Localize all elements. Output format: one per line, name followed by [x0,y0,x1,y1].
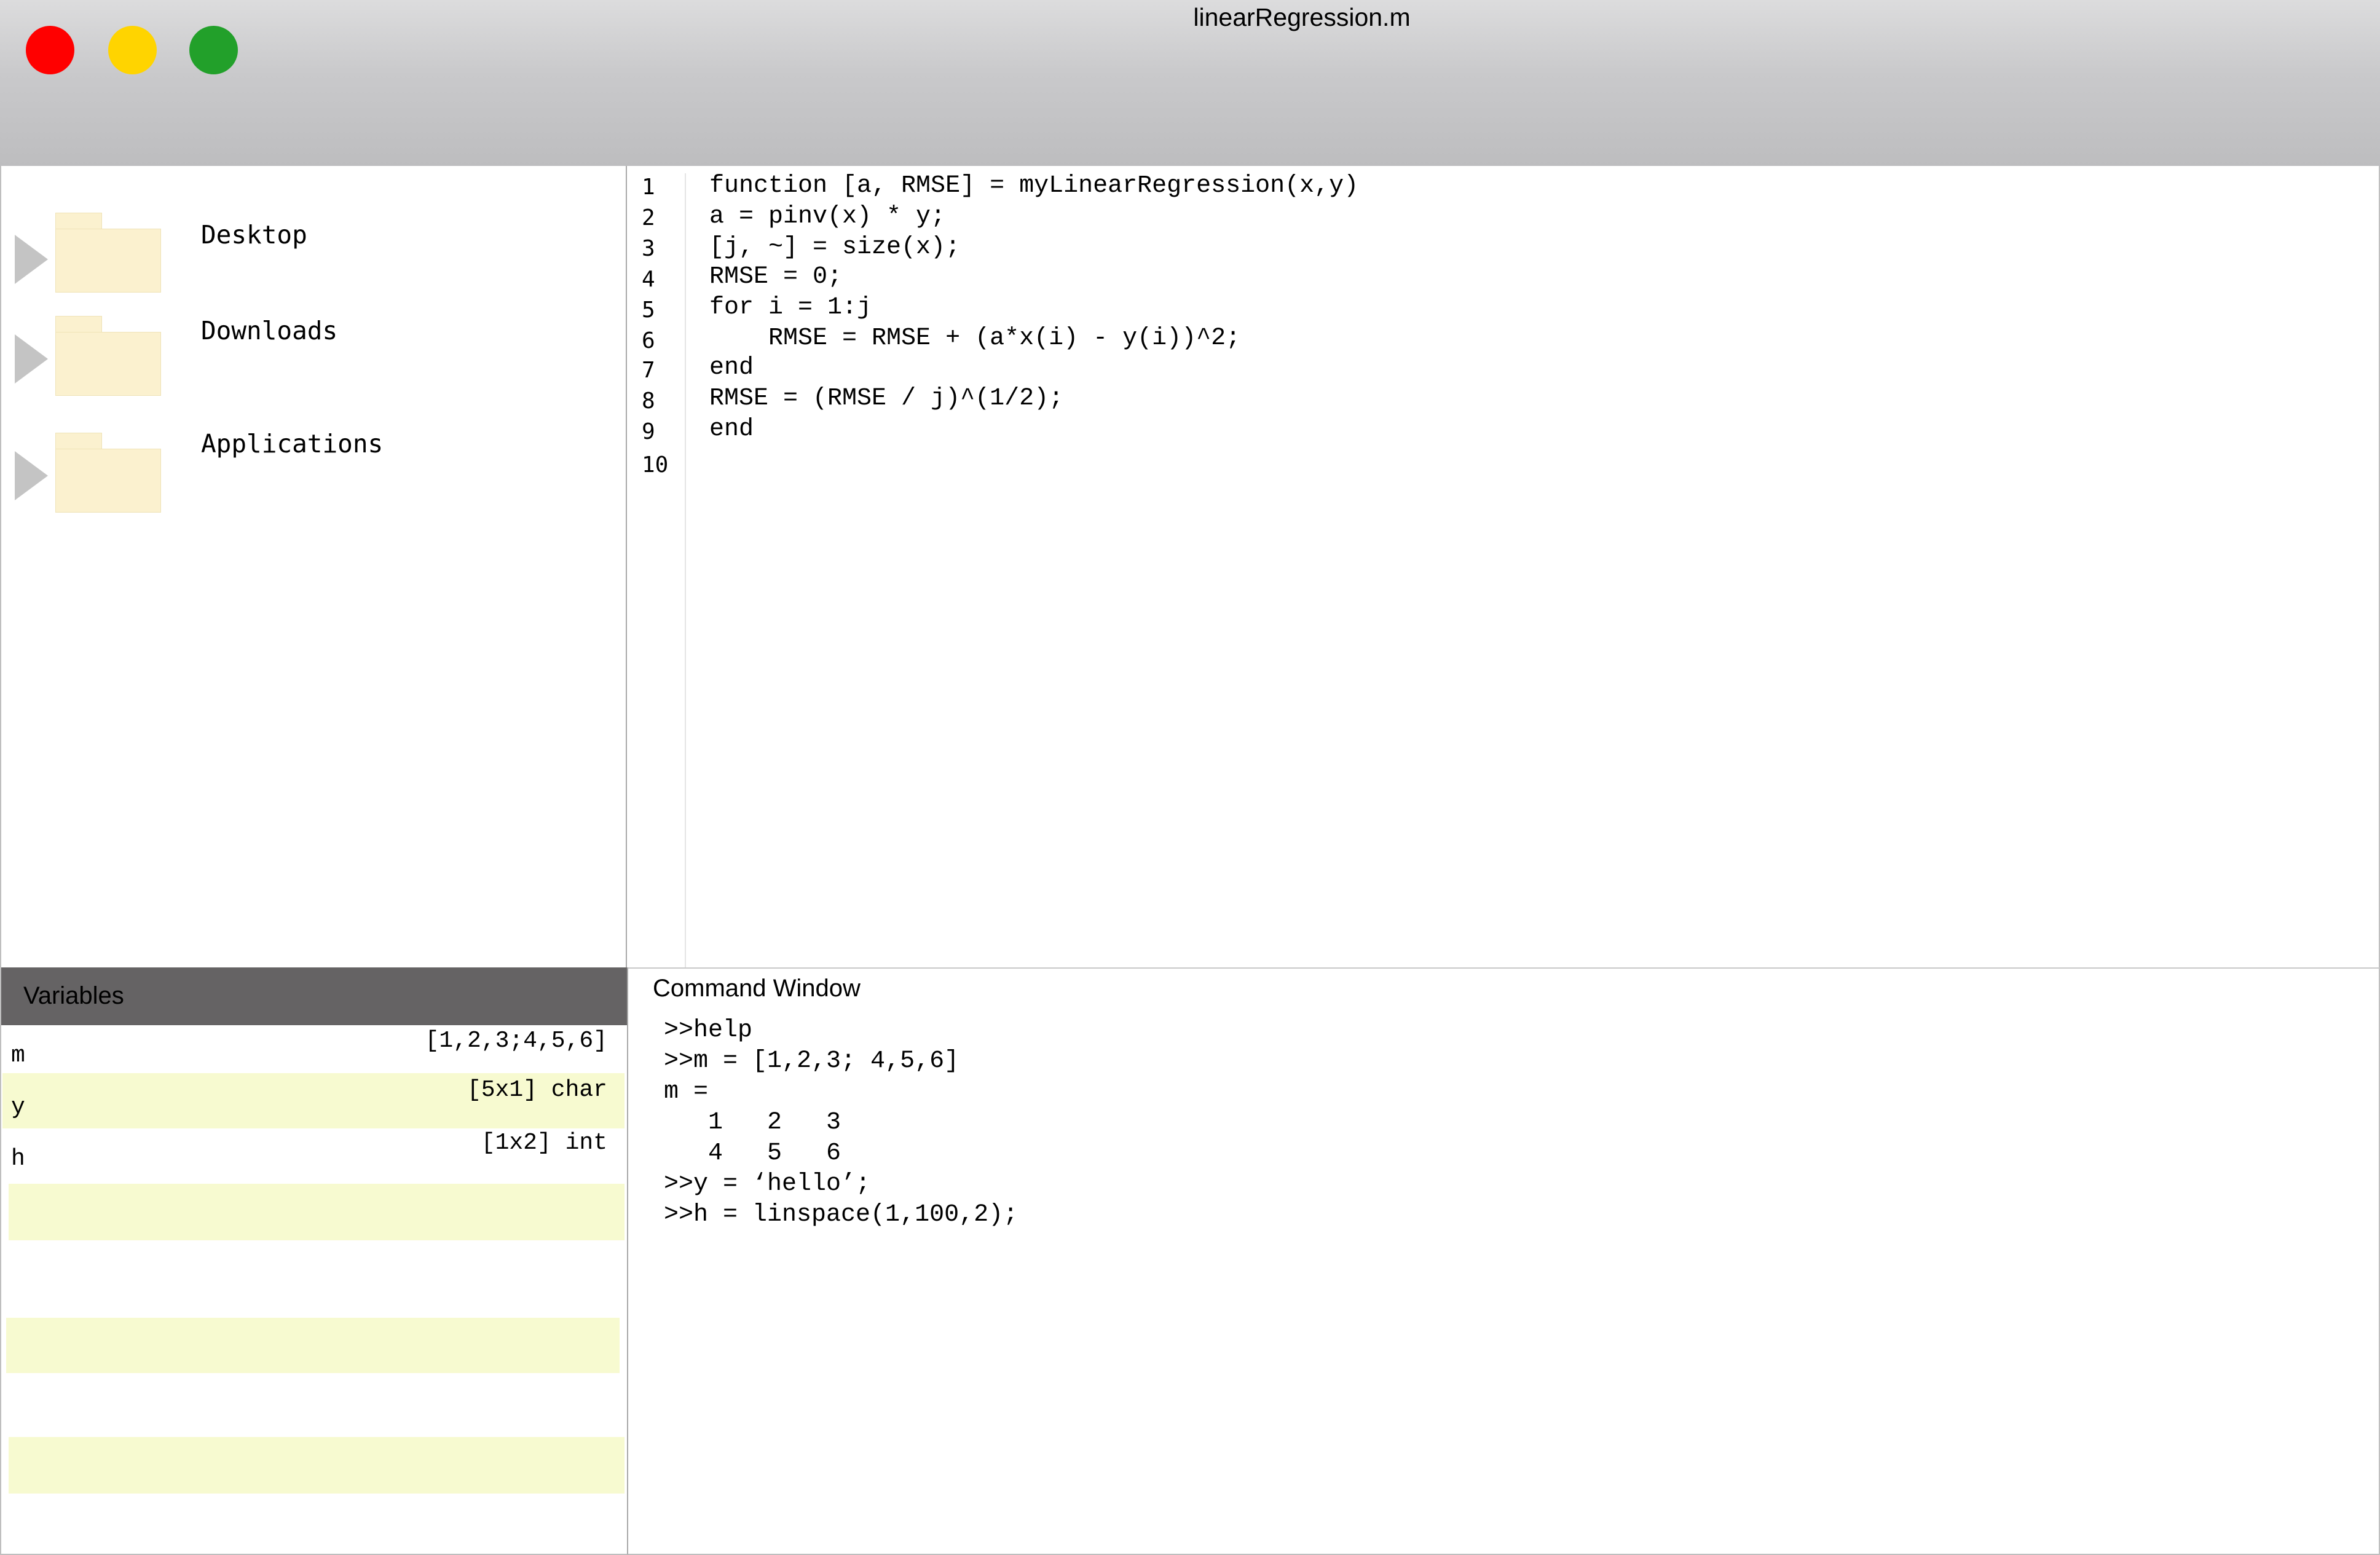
variables-panel: Variables [1,2,3;4,5,6] m [5x1] char y [… [0,967,628,1555]
line-number: 10 [642,452,669,478]
code-line[interactable]: end [709,353,754,384]
line-number: 7 [642,358,655,383]
line-number: 4 [642,267,655,292]
variables-title: Variables [23,982,124,1009]
disclosure-triangle-icon[interactable] [15,451,48,500]
code-line[interactable]: [j, ~] = size(x); [709,232,960,263]
title-bar: linearRegression.m [0,0,2380,167]
variable-row-stripe [6,1318,620,1373]
command-line: >>help [664,1017,753,1044]
command-line: 4 5 6 [664,1140,841,1167]
code-line[interactable]: end [709,414,754,445]
code-line[interactable]: for i = 1:j [709,293,872,323]
disclosure-triangle-icon[interactable] [15,334,48,384]
file-item-desktop[interactable]: Desktop [1,213,616,299]
file-item-label: Desktop [201,220,307,250]
matlab-window: linearRegression.m Desktop Downloads App… [0,0,2380,1555]
file-item-applications[interactable]: Applications [1,429,616,519]
folder-icon [55,433,161,513]
code-line[interactable]: RMSE = (RMSE / j)^(1/2); [709,384,1063,414]
variables-header: Variables [1,967,627,1025]
folder-icon [55,316,161,396]
folder-icon [55,213,161,293]
file-item-downloads[interactable]: Downloads [1,316,616,402]
file-item-label: Downloads [201,316,338,345]
command-line: 1 2 3 [664,1109,841,1136]
line-number: 5 [642,297,655,323]
variable-row-stripe [9,1184,625,1240]
line-number: 2 [642,205,655,230]
command-window[interactable]: Command Window >>help >>m = [1,2,3; 4,5,… [628,967,2380,1555]
command-window-title: Command Window [653,975,861,1002]
code-line[interactable]: RMSE = RMSE + (a*x(i) - y(i))^2; [709,323,1240,354]
variable-value: [1x2] int [481,1130,607,1156]
code-line[interactable]: function [a, RMSE] = myLinearRegression(… [709,171,1358,202]
command-line: >>m = [1,2,3; 4,5,6] [664,1047,959,1075]
code-line[interactable]: a = pinv(x) * y; [709,202,945,232]
command-line: m = [664,1078,709,1106]
line-number: 3 [642,236,655,261]
code-editor[interactable]: 1 2 3 4 5 6 7 8 9 10 function [a, RMSE] … [627,166,2380,967]
line-number: 6 [642,328,655,353]
variable-value: [1,2,3;4,5,6] [425,1028,607,1054]
file-item-label: Applications [201,429,384,459]
variable-value: [5x1] char [467,1077,607,1103]
command-line: >>y = ‘hello’; [664,1170,871,1198]
window-title: linearRegression.m [1193,3,1411,31]
disclosure-triangle-icon[interactable] [15,235,48,284]
variable-row-stripe [9,1437,625,1494]
line-number: 1 [642,175,655,200]
variable-name: y [11,1094,25,1120]
variable-name: h [11,1146,25,1172]
file-browser: Desktop Downloads Applications [0,166,627,967]
command-line: >>h = linspace(1,100,2); [664,1201,1019,1229]
line-number: 9 [642,419,655,444]
variable-name: m [11,1042,25,1069]
line-number: 8 [642,388,655,414]
gutter-divider [685,173,686,967]
code-line[interactable]: RMSE = 0; [709,262,842,293]
